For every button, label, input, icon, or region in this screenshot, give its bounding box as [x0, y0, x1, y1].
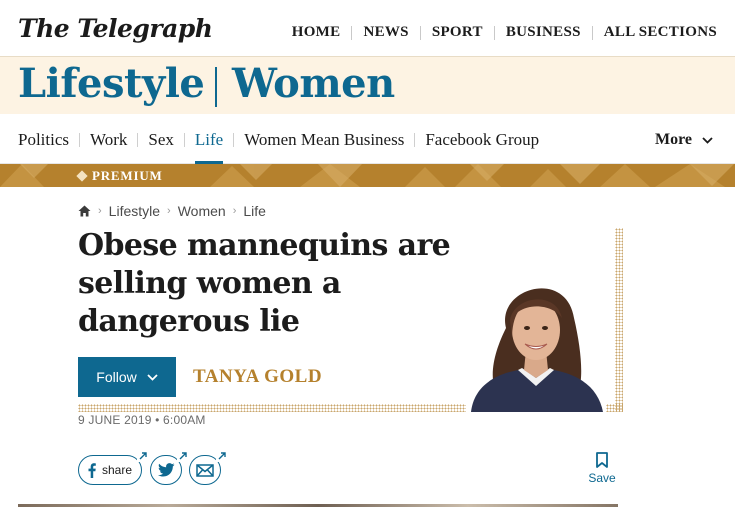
premium-text: PREMIUM [92, 168, 163, 183]
subnav-facebook-group[interactable]: Facebook Group [425, 130, 539, 150]
nav-news[interactable]: NEWS [363, 24, 408, 41]
twitter-icon [157, 463, 175, 477]
section-divider [215, 67, 217, 107]
facebook-share-label: share [101, 463, 133, 477]
external-link-icon [216, 450, 228, 462]
nav-sport[interactable]: SPORT [432, 24, 483, 41]
twitter-share-button[interactable] [150, 450, 189, 485]
bookmark-icon [596, 452, 608, 468]
premium-banner: PREMIUM [0, 164, 735, 187]
premium-label: PREMIUM [76, 168, 163, 184]
subnav-women-mean-business[interactable]: Women Mean Business [244, 130, 404, 150]
author-name-link[interactable]: TANYA GOLD [193, 366, 322, 388]
more-menu-button[interactable]: More [655, 131, 713, 149]
breadcrumb-chevron-icon: › [167, 205, 171, 217]
nav-divider [419, 25, 421, 40]
external-link-icon [137, 450, 149, 462]
section-women-link[interactable]: Women [232, 60, 395, 107]
subnav-divider [183, 133, 185, 147]
header-dotted-border [615, 228, 623, 412]
premium-diamond-icon [76, 170, 88, 182]
subnav-life[interactable]: Life [194, 130, 224, 164]
author-portrait [466, 268, 606, 412]
breadcrumb-chevron-icon: › [98, 205, 102, 217]
chevron-down-icon [702, 136, 713, 144]
nav-divider [351, 25, 353, 40]
nav-divider [493, 25, 495, 40]
subnav-divider [233, 133, 235, 147]
home-icon[interactable] [78, 205, 91, 217]
masthead: The Telegraph HOME NEWS SPORT BUSINESS A… [0, 0, 735, 56]
nav-all-sections[interactable]: ALL SECTIONS [604, 24, 717, 41]
facebook-share-button[interactable]: share [78, 450, 149, 485]
email-icon [196, 463, 214, 477]
subnav-work[interactable]: Work [90, 130, 127, 150]
subnav-divider [137, 133, 139, 147]
save-label: Save [588, 471, 616, 485]
email-share-button[interactable] [189, 450, 228, 485]
nav-divider [591, 25, 593, 40]
subnav-politics[interactable]: Politics [18, 130, 69, 150]
follow-button[interactable]: Follow [78, 357, 176, 397]
follow-label: Follow [96, 369, 137, 385]
more-label: More [654, 131, 692, 148]
section-subnav: Politics Work Sex Life Women Mean Busine… [0, 114, 735, 164]
subnav-divider [414, 133, 416, 147]
breadcrumb-life[interactable]: Life [243, 203, 266, 219]
breadcrumb: › Lifestyle › Women › Life [78, 203, 266, 219]
telegraph-logo[interactable]: The Telegraph [18, 14, 213, 43]
section-banner: Lifestyle Women [0, 56, 735, 114]
nav-home[interactable]: HOME [292, 24, 341, 41]
breadcrumb-chevron-icon: › [232, 205, 237, 217]
facebook-icon [88, 462, 96, 478]
article-headline: Obese mannequins are selling women a dan… [78, 228, 451, 339]
breadcrumb-women[interactable]: Women [178, 203, 226, 219]
article-date: 9 JUNE 2019 • 6:00AM [78, 413, 206, 427]
nav-business[interactable]: BUSINESS [506, 24, 581, 41]
top-nav: HOME NEWS SPORT BUSINESS ALL SECTIONS [292, 24, 717, 41]
save-button[interactable]: Save [588, 452, 616, 485]
subnav-sex[interactable]: Sex [148, 130, 174, 150]
breadcrumb-lifestyle[interactable]: Lifestyle [109, 203, 160, 219]
section-lifestyle-link[interactable]: Lifestyle [18, 60, 205, 107]
external-link-icon [177, 450, 189, 462]
subnav-divider [79, 133, 81, 147]
chevron-down-icon [147, 373, 158, 381]
